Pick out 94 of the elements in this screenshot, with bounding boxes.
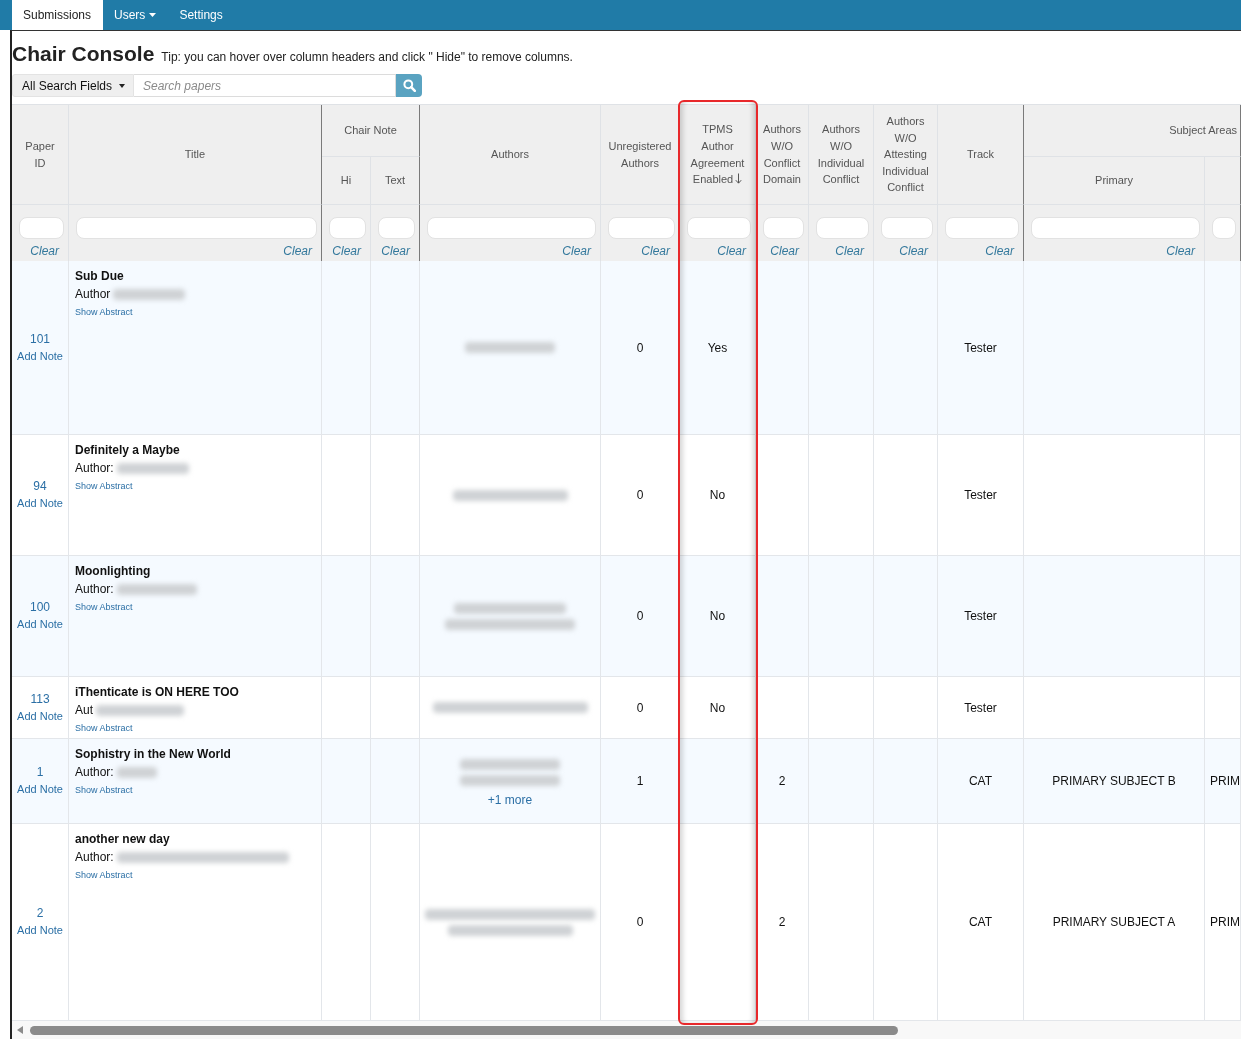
more-authors-link[interactable]: +1 more: [487, 792, 533, 808]
page-title: Chair Console: [12, 41, 155, 67]
filter-field[interactable]: [76, 217, 317, 239]
paper-title: another new day: [75, 831, 171, 847]
search-button[interactable]: [396, 74, 422, 97]
tip-text: Tip: you can hover over column headers and click " Hide" to remove columns.: [161, 50, 573, 64]
search-field[interactable]: Search papers: [134, 74, 396, 97]
add-note-link[interactable]: Add Note: [15, 495, 65, 512]
clear-link[interactable]: Clear: [378, 244, 415, 258]
nav-tab[interactable]: Settings: [168, 0, 235, 30]
filter-field[interactable]: [427, 217, 596, 239]
show-abstract-link[interactable]: Show Abstract: [75, 722, 133, 734]
show-abstract-link[interactable]: Show Abstract: [75, 480, 133, 492]
show-abstract-link[interactable]: Show Abstract: [75, 306, 133, 318]
author-label: Author:: [75, 764, 114, 781]
table-cell: PRIM: [1205, 824, 1241, 1021]
paper-title: iThenticate is ON HERE TOO: [75, 684, 240, 700]
nav-tab[interactable]: Users: [103, 0, 169, 30]
column-header[interactable]: TPMS Author Agreement Enabled: [680, 105, 756, 205]
filter-field[interactable]: [19, 217, 64, 239]
table-cell: CAT: [938, 824, 1024, 1021]
filter-field[interactable]: [329, 217, 366, 239]
paper-id-link[interactable]: 94: [15, 478, 65, 495]
clear-link[interactable]: Clear: [329, 244, 366, 258]
author-label: Author:: [75, 849, 114, 866]
filter-field[interactable]: [1212, 217, 1236, 239]
table-cell: PRIMARY SUBJECT A: [1024, 824, 1205, 1021]
column-header[interactable]: Paper ID: [12, 105, 69, 205]
column-header[interactable]: Authors: [420, 105, 601, 205]
table-cell: Yes: [680, 261, 756, 435]
column-group-header[interactable]: Subject Areas: [1024, 105, 1241, 157]
paper-id-link[interactable]: 1: [15, 764, 65, 781]
show-abstract-link[interactable]: Show Abstract: [75, 784, 133, 796]
show-abstract-link[interactable]: Show Abstract: [75, 869, 133, 881]
table-cell: 0: [601, 261, 680, 435]
column-header[interactable]: Authors W/O Attesting Individual Conflict: [874, 105, 938, 205]
table-cell: 0: [601, 556, 680, 677]
table-cell: No: [680, 556, 756, 677]
column-header[interactable]: Authors W/O Individual Conflict: [809, 105, 874, 205]
column-header[interactable]: Track: [938, 105, 1024, 205]
table-cell: No: [680, 677, 756, 739]
paper-id-link[interactable]: 113: [15, 690, 65, 708]
scrollbar-thumb[interactable]: [30, 1025, 898, 1035]
author-label: Aut: [75, 702, 93, 719]
paper-title: Sophistry in the New World: [75, 746, 232, 762]
table-cell: 2: [756, 739, 809, 824]
filter-field[interactable]: [763, 217, 804, 239]
table-cell: PRIMARY SUBJECT B: [1024, 739, 1205, 824]
author-label: Author:: [75, 581, 114, 598]
add-note-link[interactable]: Add Note: [15, 922, 65, 939]
column-header[interactable]: Hi: [322, 157, 371, 205]
clear-link[interactable]: Clear: [763, 244, 804, 258]
paper-title: Definitely a Maybe: [75, 442, 181, 458]
filter-field[interactable]: [687, 217, 751, 239]
author-label: Author:: [75, 460, 114, 477]
clear-link[interactable]: Clear: [19, 244, 64, 258]
paper-id-link[interactable]: 101: [15, 330, 65, 348]
table-cell: 2: [756, 824, 809, 1021]
search-icon: [402, 79, 416, 92]
filter-field[interactable]: [378, 217, 415, 239]
add-note-link[interactable]: Add Note: [15, 616, 65, 633]
column-header[interactable]: Authors W/O Conflict Domain: [756, 105, 809, 205]
filter-field[interactable]: [816, 217, 869, 239]
table-cell: Tester: [938, 261, 1024, 435]
paper-id-link[interactable]: 2: [15, 905, 65, 922]
table-cell: Tester: [938, 556, 1024, 677]
column-header[interactable]: Title: [69, 105, 322, 205]
caret-icon: [119, 83, 126, 88]
table-cell: 1: [601, 739, 680, 824]
filter-field[interactable]: [881, 217, 933, 239]
add-note-link[interactable]: Add Note: [15, 781, 65, 798]
add-note-link[interactable]: Add Note: [15, 707, 65, 725]
scroll-left-arrow-icon[interactable]: [17, 1026, 23, 1034]
column-header[interactable]: Text: [371, 157, 420, 205]
column-group-header[interactable]: Chair Note: [322, 105, 420, 157]
column-header[interactable]: Unregistered Authors: [601, 105, 680, 205]
nav-tab[interactable]: Submissions: [12, 0, 104, 30]
search-scope-dropdown[interactable]: All Search Fields: [12, 74, 134, 97]
table-cell: Tester: [938, 435, 1024, 556]
add-note-link[interactable]: Add Note: [15, 347, 65, 365]
show-abstract-link[interactable]: Show Abstract: [75, 601, 133, 613]
table-cell: Tester: [938, 677, 1024, 739]
filter-field[interactable]: [945, 217, 1019, 239]
paper-id-link[interactable]: 100: [15, 599, 65, 616]
table-cell: CAT: [938, 739, 1024, 824]
table-cell: PRIM: [1205, 739, 1241, 824]
column-header[interactable]: Primary: [1024, 157, 1205, 205]
filter-field[interactable]: [608, 217, 675, 239]
paper-title: Moonlighting: [75, 563, 152, 579]
horizontal-scrollbar[interactable]: [12, 1021, 1241, 1039]
table-cell: No: [680, 435, 756, 556]
author-label: Author: [75, 286, 111, 303]
filter-field[interactable]: [1031, 217, 1200, 239]
paper-title: Sub Due: [75, 268, 125, 284]
